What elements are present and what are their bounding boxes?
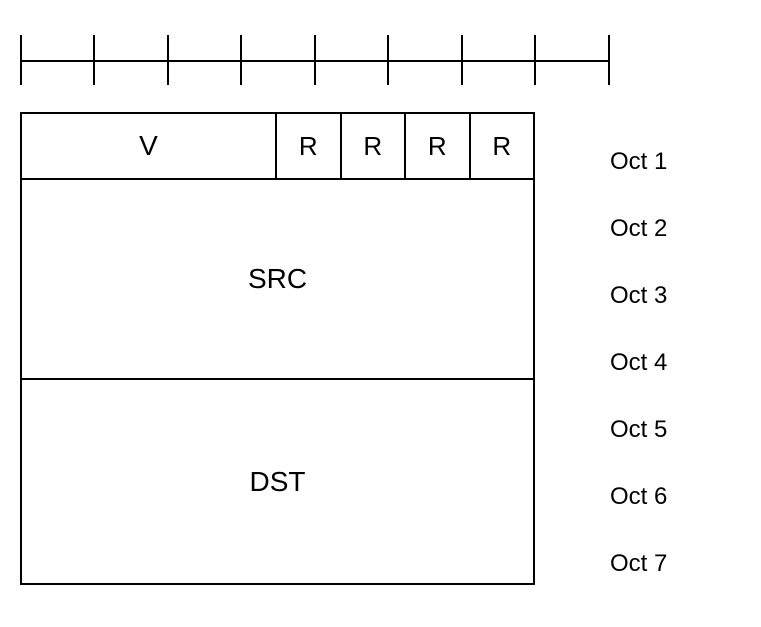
ruler-tick bbox=[387, 35, 389, 85]
octet-label: Oct 6 bbox=[610, 463, 667, 530]
field-r: R bbox=[471, 114, 534, 178]
field-src: SRC bbox=[22, 180, 533, 378]
octet-label: Oct 3 bbox=[610, 262, 667, 329]
field-dst: DST bbox=[22, 380, 533, 583]
ruler-tick bbox=[20, 35, 22, 85]
octet-label: Oct 2 bbox=[610, 195, 667, 262]
octet-label: Oct 7 bbox=[610, 530, 667, 597]
packet-frame: V R R R R SRC DST bbox=[20, 112, 535, 585]
octet-label: Oct 4 bbox=[610, 329, 667, 396]
ruler-tick bbox=[93, 35, 95, 85]
ruler-tick bbox=[314, 35, 316, 85]
src-row: SRC bbox=[22, 180, 533, 380]
header-row: V R R R R bbox=[22, 114, 533, 180]
field-r: R bbox=[277, 114, 342, 178]
dst-row: DST bbox=[22, 380, 533, 583]
field-r: R bbox=[342, 114, 407, 178]
field-r: R bbox=[406, 114, 471, 178]
octet-label: Oct 1 bbox=[610, 128, 667, 195]
octet-labels: Oct 1 Oct 2 Oct 3 Oct 4 Oct 5 Oct 6 Oct … bbox=[610, 128, 667, 597]
ruler-tick bbox=[534, 35, 536, 85]
octet-label: Oct 5 bbox=[610, 396, 667, 463]
field-v: V bbox=[22, 114, 277, 178]
ruler-tick bbox=[240, 35, 242, 85]
ruler-tick bbox=[461, 35, 463, 85]
ruler-tick bbox=[167, 35, 169, 85]
bit-ruler bbox=[20, 35, 608, 85]
ruler-tick bbox=[608, 35, 610, 85]
